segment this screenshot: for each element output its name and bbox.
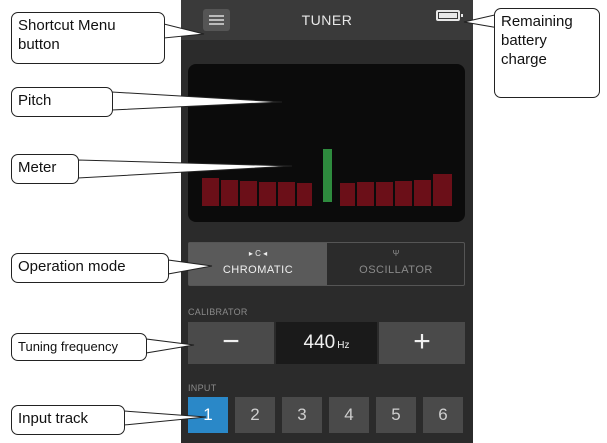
- callout-meter: Meter: [11, 154, 79, 184]
- callout-tuning-frequency: Tuning frequency: [11, 333, 147, 361]
- callout-battery: Remaining battery charge: [494, 8, 600, 98]
- callout-operation-mode: Operation mode: [11, 253, 169, 283]
- callout-pitch: Pitch: [11, 87, 113, 117]
- callout-shortcut-menu: Shortcut Menu button: [11, 12, 165, 64]
- callout-input-track: Input track: [11, 405, 125, 435]
